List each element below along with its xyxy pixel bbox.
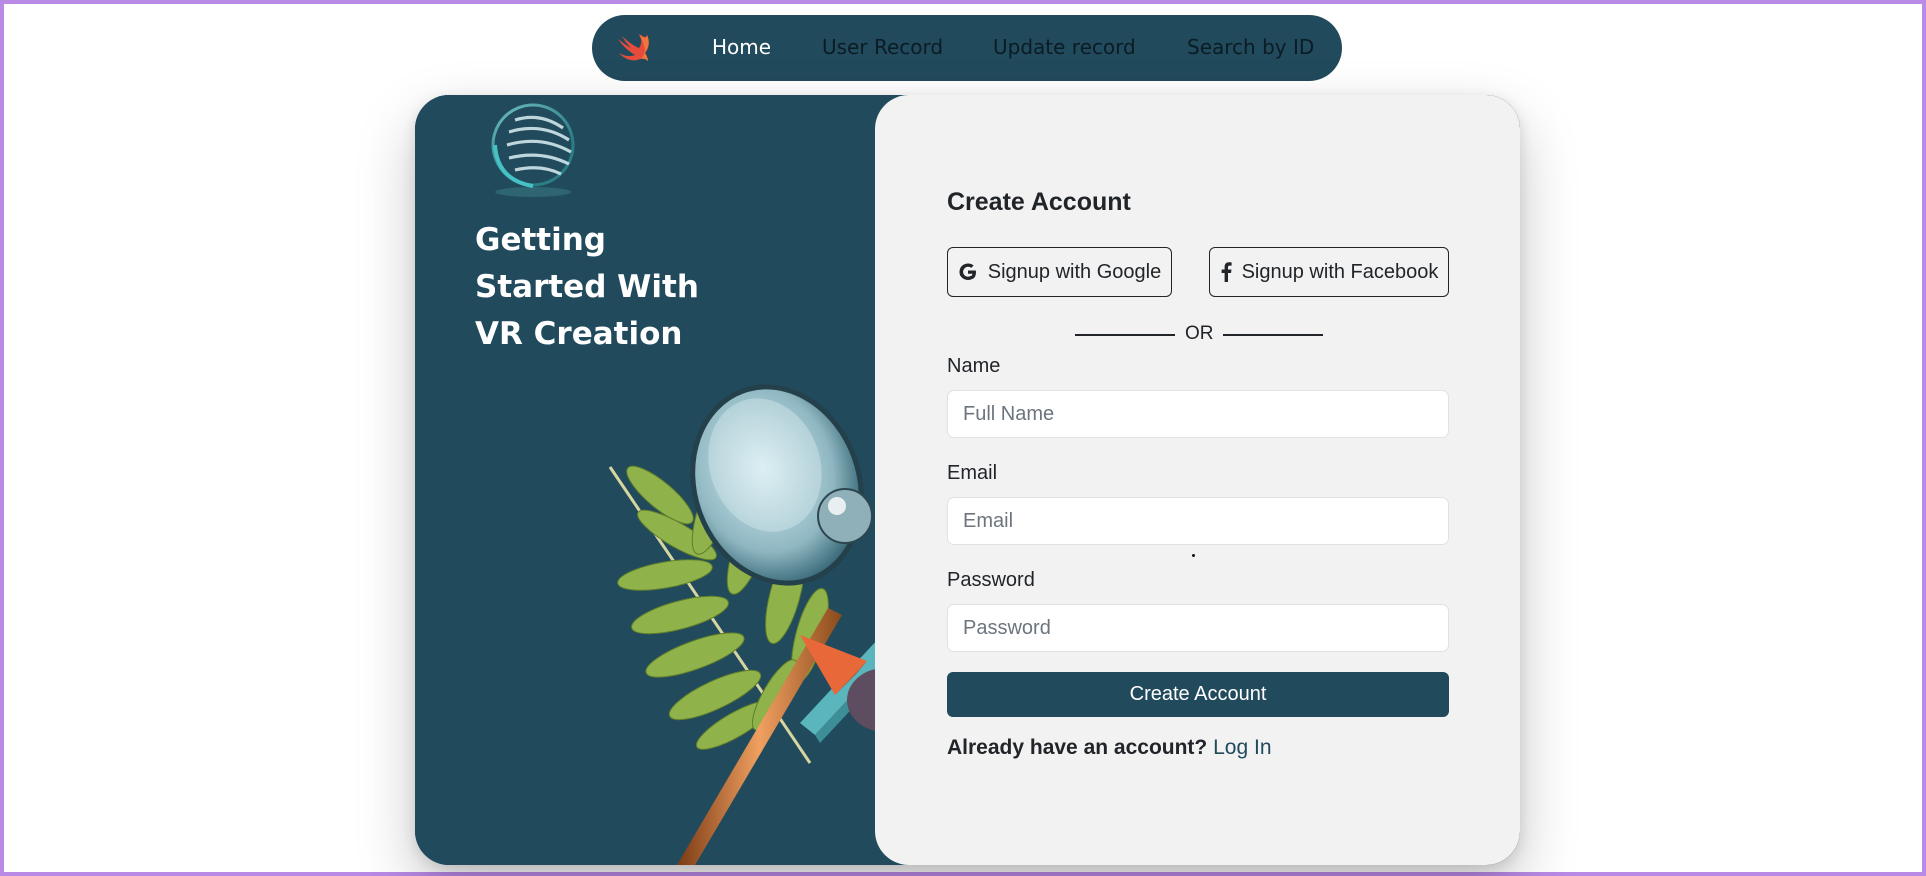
email-label: Email — [947, 462, 998, 484]
form-title: Create Account — [947, 188, 1131, 216]
nav-home[interactable]: Home — [712, 35, 771, 59]
nav-update-record[interactable]: Update record — [993, 35, 1136, 59]
nav-user-record[interactable]: User Record — [822, 35, 943, 59]
password-label: Password — [947, 569, 1035, 591]
signup-facebook-button[interactable]: Signup with Facebook — [1209, 247, 1449, 297]
headline-line-3: VR Creation — [475, 316, 683, 352]
or-text: OR — [1185, 323, 1214, 344]
top-navbar: Home User Record Update record Search by… — [592, 15, 1342, 81]
globe-logo-icon — [491, 103, 575, 197]
or-divider: OR — [947, 322, 1449, 346]
mouse-cursor — [1192, 554, 1195, 557]
login-prompt-text: Already have an account? — [947, 736, 1208, 759]
email-input[interactable] — [947, 497, 1449, 545]
full-name-input[interactable] — [947, 390, 1449, 438]
password-input[interactable] — [947, 604, 1449, 652]
login-link[interactable]: Log In — [1213, 736, 1271, 759]
swift-logo-icon[interactable] — [614, 27, 654, 67]
signup-card: Getting Started With VR Creation Create … — [415, 95, 1520, 865]
divider-line-right — [1223, 334, 1323, 336]
hero-headline: Getting Started With VR Creation — [475, 217, 775, 358]
headline-line-2: Started With — [475, 269, 699, 305]
headline-line-1: Getting — [475, 222, 606, 258]
hero-panel: Getting Started With VR Creation — [415, 95, 935, 865]
signup-google-button[interactable]: Signup with Google — [947, 247, 1172, 297]
signup-form-panel: Create Account Signup with Google Signup… — [875, 95, 1520, 865]
google-button-label: Signup with Google — [987, 260, 1162, 283]
create-account-button[interactable]: Create Account — [947, 672, 1449, 717]
login-prompt: Already have an account? Log In — [947, 736, 1272, 760]
name-label: Name — [947, 355, 1001, 377]
facebook-button-label: Signup with Facebook — [1241, 260, 1439, 283]
facebook-icon — [1221, 262, 1232, 282]
nav-search-by-id[interactable]: Search by ID — [1187, 35, 1314, 59]
divider-line-left — [1075, 334, 1175, 336]
google-icon — [959, 263, 976, 280]
